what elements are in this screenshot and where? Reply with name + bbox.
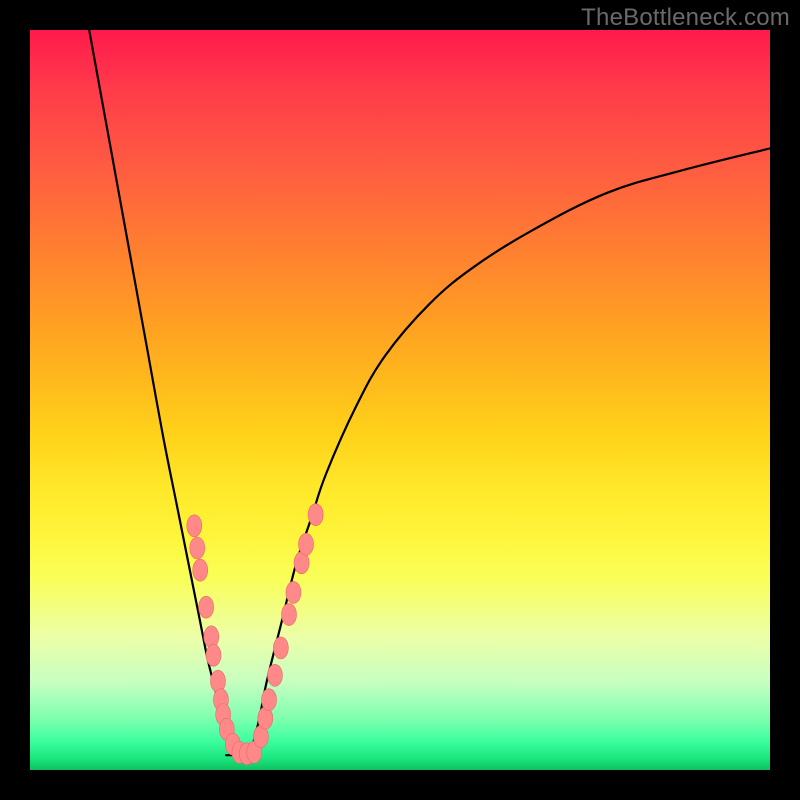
marker-dot (273, 637, 288, 659)
marker-dot (193, 559, 208, 581)
marker-dot (267, 664, 282, 686)
marker-dot (308, 504, 323, 526)
watermark-text: TheBottleneck.com (581, 4, 790, 32)
marker-group (187, 504, 323, 765)
marker-dot (199, 596, 214, 618)
marker-dot (190, 537, 205, 559)
chart-frame: TheBottleneck.com (0, 0, 800, 800)
marker-dot (299, 533, 314, 555)
curve-svg (30, 30, 770, 770)
marker-dot (206, 644, 221, 666)
marker-dot (262, 689, 277, 711)
marker-dot (187, 515, 202, 537)
marker-dot (286, 581, 301, 603)
right-curve-path (252, 148, 770, 747)
plot-area (30, 30, 770, 770)
marker-dot (282, 604, 297, 626)
